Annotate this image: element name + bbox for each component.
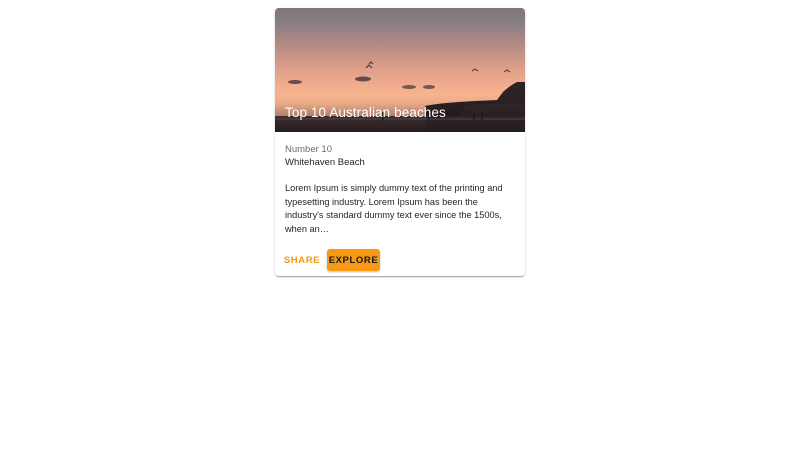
card-subtitle: Whitehaven Beach [285, 157, 365, 168]
card-overline: Number 10 [285, 144, 332, 155]
card-media-title: Top 10 Australian beaches [285, 105, 446, 120]
share-button[interactable]: Share [283, 249, 321, 271]
beach-card: Top 10 Australian beaches Number 10 Whit… [275, 8, 525, 276]
card-header-text: Number 10 Whitehaven Beach [285, 143, 517, 169]
explore-button[interactable]: Explore [327, 249, 380, 271]
card-description: Lorem Ipsum is simply dummy text of the … [285, 183, 503, 234]
beach-sunset-image: Top 10 Australian beaches [275, 8, 525, 132]
card-actions: Share Explore [283, 249, 380, 271]
